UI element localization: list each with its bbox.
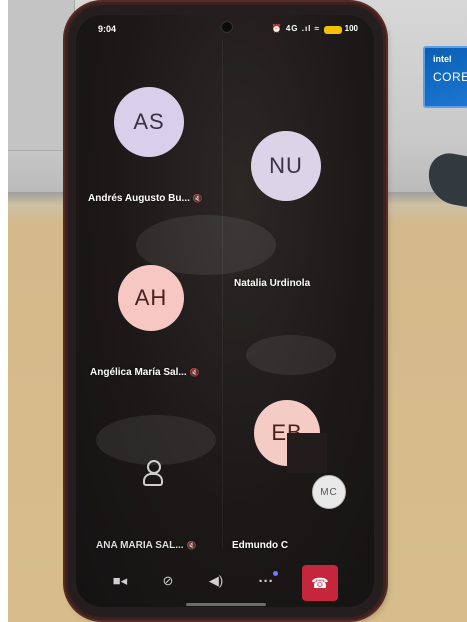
home-indicator[interactable]: [186, 603, 266, 606]
participant-avatar-nu[interactable]: NU: [251, 131, 321, 201]
self-view-avatar[interactable]: MC: [312, 475, 346, 509]
battery-icon: [324, 26, 342, 34]
battery-level: 100: [344, 24, 358, 33]
participant-name-text: Andrés Augusto Bu...: [88, 193, 190, 204]
grid-divider: [222, 39, 223, 549]
notification-dot: [273, 571, 278, 576]
status-time: 9:04: [98, 24, 117, 34]
participant-name-nu: Natalia Urdinola: [234, 278, 311, 289]
phone: 9:04 ⏰ 4G .ıl ≈ 100 AS NU AH EB MC André…: [68, 5, 383, 617]
intel-sticker: intel CORE: [423, 46, 467, 108]
participant-name-edmundo: Edmundo C: [232, 540, 289, 551]
participant-name-ah: Angélica María Sal... 🔇: [90, 367, 200, 378]
front-camera: [221, 21, 233, 33]
signal-icons: ⏰ 4G .ıl ≈: [271, 24, 320, 33]
participant-name-as: Andrés Augusto Bu... 🔇: [88, 193, 203, 204]
video-off-icon[interactable]: ■◂: [106, 569, 134, 593]
participant-name-text: ANA MARIA SAL...: [96, 540, 184, 551]
muted-icon: 🔇: [189, 368, 200, 377]
laptop-touchpad: [8, 0, 75, 151]
participant-avatar-as[interactable]: AS: [114, 87, 184, 157]
call-screen: 9:04 ⏰ 4G .ıl ≈ 100 AS NU AH EB MC André…: [76, 15, 374, 607]
mic-off-icon[interactable]: ⊘: [154, 569, 182, 593]
more-icon[interactable]: ···: [252, 569, 280, 593]
speaker-icon[interactable]: ◀): [202, 569, 230, 593]
hangup-icon[interactable]: ☎: [302, 565, 338, 601]
participant-name-text: Angélica María Sal...: [90, 367, 187, 378]
muted-icon: 🔇: [192, 194, 203, 203]
participant-avatar-ah[interactable]: AH: [118, 265, 184, 331]
call-controls: ■◂ ⊘ ◀) ··· ☎: [76, 565, 374, 601]
person-icon[interactable]: [140, 458, 164, 486]
avatar-overlap-mask: [287, 433, 327, 473]
participant-name-ana: ANA MARIA SAL... 🔇: [96, 540, 197, 551]
muted-icon: 🔇: [186, 541, 197, 550]
